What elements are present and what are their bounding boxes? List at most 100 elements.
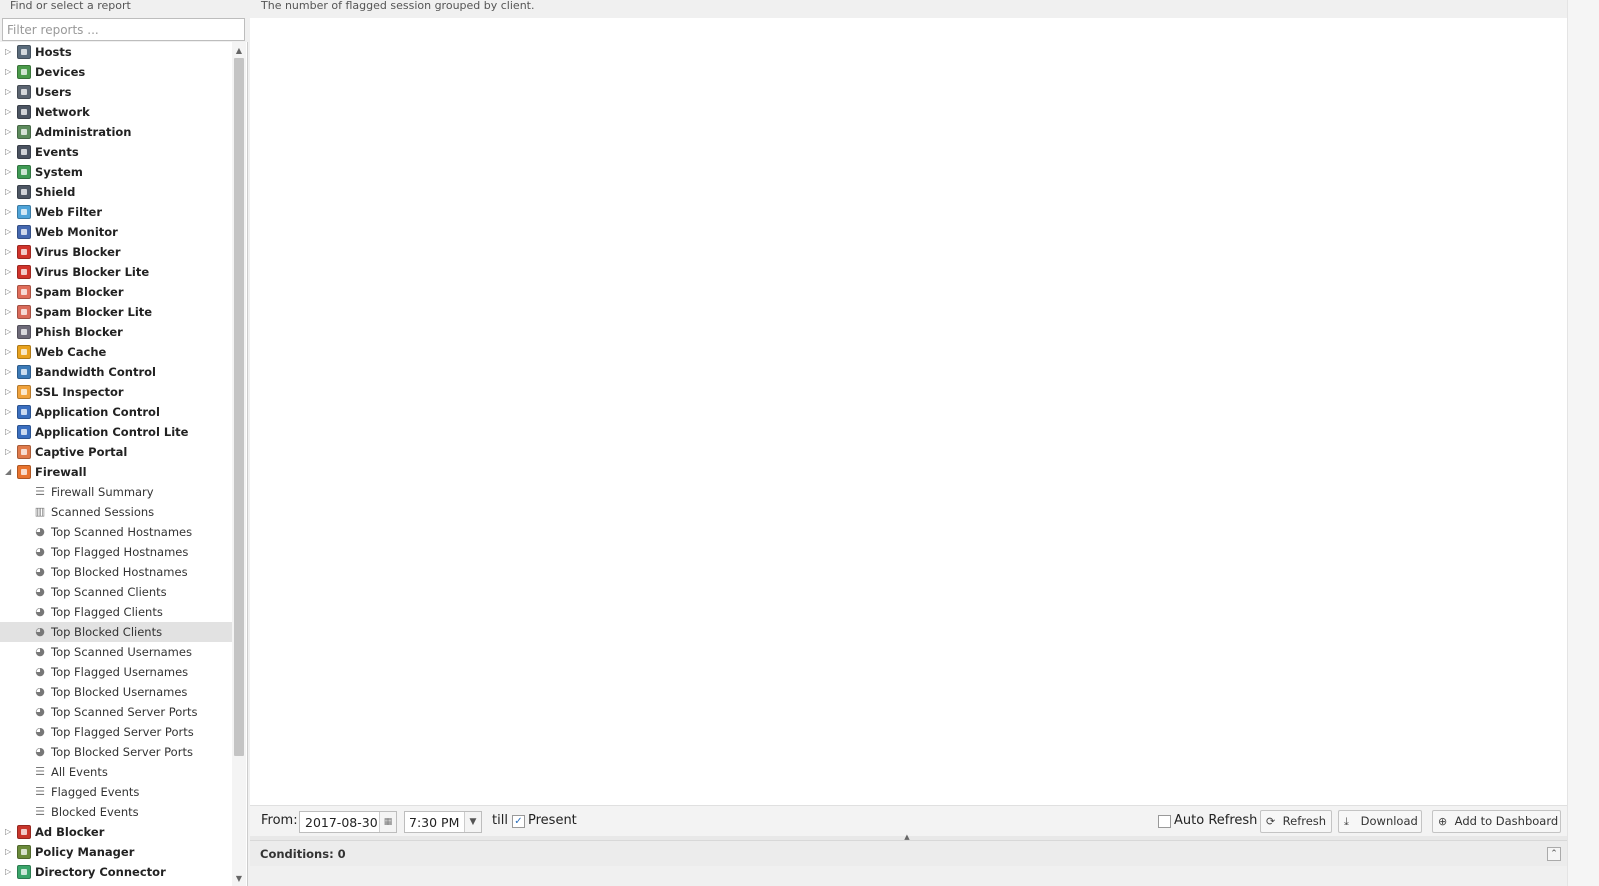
tree-category-web-cache[interactable]: ▷ Web Cache [0,342,232,362]
tree-category-virus-blocker-lite[interactable]: ▷ Virus Blocker Lite [0,262,232,282]
report-item[interactable]: ☰ Blocked Events [0,802,232,822]
download-button[interactable]: ⤓ Download [1338,810,1422,833]
report-item[interactable]: ◕ Top Flagged Hostnames [0,542,232,562]
tree-category-bandwidth-control[interactable]: ▷ Bandwidth Control [0,362,232,382]
conditions-bar[interactable]: Conditions: 0 ⌃ [250,840,1567,866]
expand-arrow-icon[interactable]: ▷ [5,362,13,382]
from-time-value[interactable]: 7:30 PM [409,815,459,830]
report-item[interactable]: ◕ Top Blocked Clients [0,622,232,642]
expand-arrow-icon[interactable]: ▷ [5,202,13,222]
tree-category-policy-manager[interactable]: ▷ Policy Manager [0,842,232,862]
tree-category-phish-blocker[interactable]: ▷ Phish Blocker [0,322,232,342]
tree-category-ad-blocker[interactable]: ▷ Ad Blocker [0,822,232,842]
report-item[interactable]: ☰ Flagged Events [0,782,232,802]
tree-category-administration[interactable]: ▷ Administration [0,122,232,142]
expand-arrow-icon[interactable]: ▷ [5,302,13,322]
from-date-field[interactable]: 2017-08-30 ▦ [299,811,397,833]
expand-arrow-icon[interactable]: ▷ [5,162,13,182]
expand-arrow-icon[interactable]: ▷ [5,42,13,62]
expand-arrow-icon[interactable]: ▷ [5,282,13,302]
auto-refresh-checkbox[interactable] [1158,815,1171,828]
expand-arrow-icon[interactable]: ▷ [5,82,13,102]
tree-category-virus-blocker[interactable]: ▷ Virus Blocker [0,242,232,262]
tree-category-application-control-lite[interactable]: ▷ Application Control Lite [0,422,232,442]
expanded-arrow-icon[interactable]: ◢ [5,462,13,482]
refresh-button[interactable]: ⟳ Refresh [1260,810,1332,833]
firewall-icon [17,465,31,479]
tree-category-captive-portal[interactable]: ▷ Captive Portal [0,442,232,462]
expand-arrow-icon[interactable]: ▷ [5,262,13,282]
tree-category-directory-connector[interactable]: ▷ Directory Connector [0,862,232,882]
report-chart-area [250,18,1567,805]
scroll-down-arrow-icon[interactable]: ▼ [232,872,246,886]
report-item[interactable]: ☰ All Events [0,762,232,782]
calendar-icon[interactable]: ▦ [379,812,396,832]
filter-reports-input[interactable] [2,18,245,41]
tree-category-hosts[interactable]: ▷ Hosts [0,42,232,62]
users-icon [17,85,31,99]
tree-category-web-filter[interactable]: ▷ Web Filter [0,202,232,222]
tree-category-ssl-inspector[interactable]: ▷ SSL Inspector [0,382,232,402]
tree-category-devices[interactable]: ▷ Devices [0,62,232,82]
report-item[interactable]: ◕ Top Blocked Server Ports [0,742,232,762]
scroll-up-arrow-icon[interactable]: ▲ [232,44,246,58]
tree-category-system[interactable]: ▷ System [0,162,232,182]
from-date-value[interactable]: 2017-08-30 [305,815,378,830]
pie-chart-icon: ◕ [35,585,45,598]
ad-blocker-icon [17,825,31,839]
expand-arrow-icon[interactable]: ▷ [5,342,13,362]
expand-arrow-icon[interactable]: ▷ [5,442,13,462]
from-time-field[interactable]: 7:30 PM ▼ [404,811,482,833]
tree-category-spam-blocker[interactable]: ▷ Spam Blocker [0,282,232,302]
tree-category-application-control[interactable]: ▷ Application Control [0,402,232,422]
report-item[interactable]: ◕ Top Scanned Server Ports [0,702,232,722]
report-item[interactable]: ◕ Top Flagged Clients [0,602,232,622]
expand-arrow-icon[interactable]: ▷ [5,102,13,122]
add-to-dashboard-button[interactable]: ⊕ Add to Dashboard [1432,810,1561,833]
report-item-label: Flagged Events [51,785,140,799]
tree-category-network[interactable]: ▷ Network [0,102,232,122]
tree-category-label: Captive Portal [35,445,128,459]
expand-arrow-icon[interactable]: ▷ [5,322,13,342]
report-item[interactable]: ◕ Top Flagged Usernames [0,662,232,682]
tree-category-firewall[interactable]: ◢ Firewall [0,462,232,482]
expand-arrow-icon[interactable]: ▷ [5,382,13,402]
expand-arrow-icon[interactable]: ▷ [5,62,13,82]
expand-arrow-icon[interactable]: ▷ [5,842,13,862]
expand-arrow-icon[interactable]: ▷ [5,422,13,442]
expand-arrow-icon[interactable]: ▷ [5,402,13,422]
expand-arrow-icon[interactable]: ▷ [5,822,13,842]
expand-arrow-icon[interactable]: ▷ [5,242,13,262]
report-item[interactable]: ◕ Top Blocked Hostnames [0,562,232,582]
report-item[interactable]: ◕ Top Scanned Usernames [0,642,232,662]
present-label[interactable]: Present [528,813,577,828]
expand-arrow-icon[interactable]: ▷ [5,182,13,202]
tree-category-label: SSL Inspector [35,385,124,399]
report-item-label: Firewall Summary [51,485,154,499]
auto-refresh-label[interactable]: Auto Refresh [1174,813,1257,828]
report-item[interactable]: ☰ Firewall Summary [0,482,232,502]
report-item[interactable]: ▥ Scanned Sessions [0,502,232,522]
present-checkbox[interactable]: ✓ [512,815,525,828]
list-icon: ☰ [35,785,45,798]
tree-category-spam-blocker-lite[interactable]: ▷ Spam Blocker Lite [0,302,232,322]
report-item[interactable]: ◕ Top Scanned Clients [0,582,232,602]
tree-scrollbar[interactable]: ▲ ▼ [232,42,246,886]
expand-arrow-icon[interactable]: ▷ [5,122,13,142]
chevron-down-icon[interactable]: ▼ [464,812,481,832]
tree-category-web-monitor[interactable]: ▷ Web Monitor [0,222,232,242]
report-item-label: Top Flagged Server Ports [51,725,194,739]
expand-arrow-icon[interactable]: ▷ [5,862,13,882]
report-item[interactable]: ◕ Top Scanned Hostnames [0,522,232,542]
tree-category-users[interactable]: ▷ Users [0,82,232,102]
expand-arrow-icon[interactable]: ▷ [5,142,13,162]
expand-arrow-icon[interactable]: ▷ [5,222,13,242]
expand-conditions-icon[interactable]: ⌃ [1547,847,1561,861]
conditions-label[interactable]: Conditions: 0 [260,847,346,861]
pie-chart-icon: ◕ [35,725,45,738]
tree-category-events[interactable]: ▷ Events [0,142,232,162]
scrollbar-thumb[interactable] [234,58,244,756]
report-item[interactable]: ◕ Top Blocked Usernames [0,682,232,702]
tree-category-shield[interactable]: ▷ Shield [0,182,232,202]
report-item[interactable]: ◕ Top Flagged Server Ports [0,722,232,742]
